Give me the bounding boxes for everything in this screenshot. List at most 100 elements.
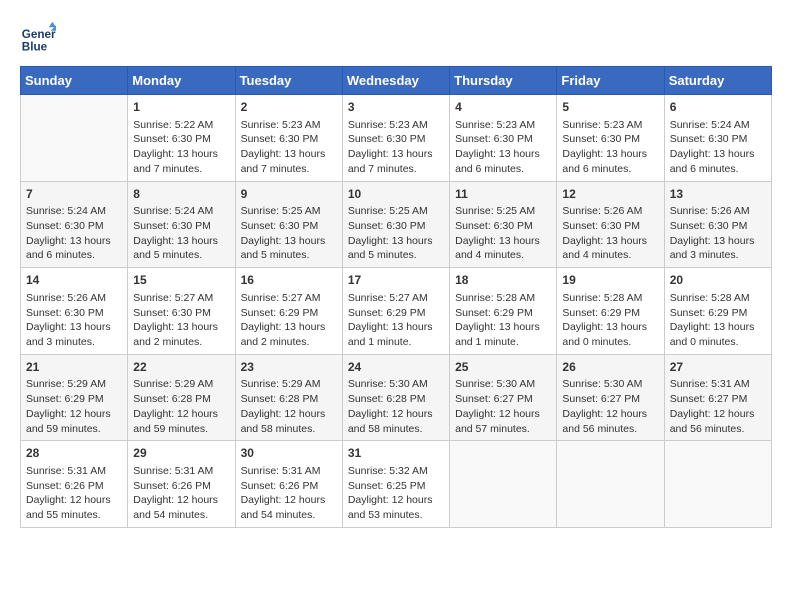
col-header-saturday: Saturday xyxy=(664,67,771,95)
day-number: 13 xyxy=(670,186,766,203)
cell-data-line: Sunrise: 5:22 AM xyxy=(133,118,229,133)
cell-data-line: Daylight: 12 hours xyxy=(133,407,229,422)
cell-data-line: Sunset: 6:29 PM xyxy=(348,306,444,321)
calendar-cell: 12Sunrise: 5:26 AMSunset: 6:30 PMDayligh… xyxy=(557,181,664,268)
cell-data-line: Sunset: 6:25 PM xyxy=(348,479,444,494)
calendar-week-5: 28Sunrise: 5:31 AMSunset: 6:26 PMDayligh… xyxy=(21,441,772,528)
svg-text:Blue: Blue xyxy=(22,41,48,54)
cell-data-line: Daylight: 12 hours xyxy=(26,407,122,422)
cell-data-line: and 2 minutes. xyxy=(133,335,229,350)
cell-data-line: and 56 minutes. xyxy=(670,422,766,437)
cell-data-line: Daylight: 12 hours xyxy=(348,493,444,508)
calendar-cell: 21Sunrise: 5:29 AMSunset: 6:29 PMDayligh… xyxy=(21,354,128,441)
calendar-cell xyxy=(450,441,557,528)
day-number: 8 xyxy=(133,186,229,203)
cell-data-line: Sunrise: 5:26 AM xyxy=(562,204,658,219)
cell-data-line: Daylight: 12 hours xyxy=(562,407,658,422)
cell-data-line: Sunset: 6:27 PM xyxy=(562,392,658,407)
cell-data-line: Daylight: 13 hours xyxy=(241,234,337,249)
calendar-cell: 2Sunrise: 5:23 AMSunset: 6:30 PMDaylight… xyxy=(235,95,342,182)
cell-data-line: Daylight: 12 hours xyxy=(241,493,337,508)
cell-data-line: and 1 minute. xyxy=(455,335,551,350)
cell-data-line: Sunset: 6:27 PM xyxy=(670,392,766,407)
cell-data-line: and 7 minutes. xyxy=(241,162,337,177)
day-number: 24 xyxy=(348,359,444,376)
cell-data-line: and 56 minutes. xyxy=(562,422,658,437)
cell-data-line: Sunset: 6:28 PM xyxy=(348,392,444,407)
cell-data-line: and 58 minutes. xyxy=(241,422,337,437)
day-number: 16 xyxy=(241,272,337,289)
calendar-cell: 27Sunrise: 5:31 AMSunset: 6:27 PMDayligh… xyxy=(664,354,771,441)
cell-data-line: Sunrise: 5:27 AM xyxy=(348,291,444,306)
cell-data-line: Sunset: 6:30 PM xyxy=(562,132,658,147)
calendar-cell: 8Sunrise: 5:24 AMSunset: 6:30 PMDaylight… xyxy=(128,181,235,268)
day-number: 17 xyxy=(348,272,444,289)
cell-data-line: Sunset: 6:29 PM xyxy=(26,392,122,407)
cell-data-line: Sunrise: 5:27 AM xyxy=(241,291,337,306)
calendar-cell: 5Sunrise: 5:23 AMSunset: 6:30 PMDaylight… xyxy=(557,95,664,182)
calendar-cell: 1Sunrise: 5:22 AMSunset: 6:30 PMDaylight… xyxy=(128,95,235,182)
cell-data-line: and 6 minutes. xyxy=(26,248,122,263)
day-number: 22 xyxy=(133,359,229,376)
day-number: 10 xyxy=(348,186,444,203)
cell-data-line: Sunrise: 5:29 AM xyxy=(241,377,337,392)
day-number: 29 xyxy=(133,445,229,462)
cell-data-line: Sunrise: 5:25 AM xyxy=(241,204,337,219)
calendar-cell: 24Sunrise: 5:30 AMSunset: 6:28 PMDayligh… xyxy=(342,354,449,441)
cell-data-line: Sunrise: 5:23 AM xyxy=(348,118,444,133)
cell-data-line: and 7 minutes. xyxy=(348,162,444,177)
day-number: 28 xyxy=(26,445,122,462)
cell-data-line: Sunrise: 5:26 AM xyxy=(26,291,122,306)
cell-data-line: Sunrise: 5:24 AM xyxy=(670,118,766,133)
cell-data-line: and 58 minutes. xyxy=(348,422,444,437)
cell-data-line: Daylight: 13 hours xyxy=(562,234,658,249)
calendar-cell: 22Sunrise: 5:29 AMSunset: 6:28 PMDayligh… xyxy=(128,354,235,441)
calendar-cell: 11Sunrise: 5:25 AMSunset: 6:30 PMDayligh… xyxy=(450,181,557,268)
col-header-monday: Monday xyxy=(128,67,235,95)
cell-data-line: and 6 minutes. xyxy=(562,162,658,177)
col-header-wednesday: Wednesday xyxy=(342,67,449,95)
calendar-body: 1Sunrise: 5:22 AMSunset: 6:30 PMDaylight… xyxy=(21,95,772,528)
day-number: 9 xyxy=(241,186,337,203)
cell-data-line: and 5 minutes. xyxy=(241,248,337,263)
cell-data-line: and 59 minutes. xyxy=(26,422,122,437)
cell-data-line: Sunset: 6:30 PM xyxy=(562,219,658,234)
cell-data-line: and 4 minutes. xyxy=(455,248,551,263)
cell-data-line: Daylight: 13 hours xyxy=(670,320,766,335)
cell-data-line: and 5 minutes. xyxy=(348,248,444,263)
cell-data-line: and 6 minutes. xyxy=(670,162,766,177)
cell-data-line: Sunrise: 5:31 AM xyxy=(133,464,229,479)
cell-data-line: and 3 minutes. xyxy=(670,248,766,263)
cell-data-line: Daylight: 13 hours xyxy=(670,147,766,162)
calendar-cell: 13Sunrise: 5:26 AMSunset: 6:30 PMDayligh… xyxy=(664,181,771,268)
cell-data-line: and 54 minutes. xyxy=(133,508,229,523)
cell-data-line: Sunset: 6:30 PM xyxy=(670,219,766,234)
day-number: 19 xyxy=(562,272,658,289)
calendar-cell: 25Sunrise: 5:30 AMSunset: 6:27 PMDayligh… xyxy=(450,354,557,441)
cell-data-line: Sunset: 6:30 PM xyxy=(670,132,766,147)
col-header-sunday: Sunday xyxy=(21,67,128,95)
day-number: 11 xyxy=(455,186,551,203)
cell-data-line: Sunrise: 5:28 AM xyxy=(562,291,658,306)
cell-data-line: Sunset: 6:30 PM xyxy=(26,306,122,321)
cell-data-line: and 3 minutes. xyxy=(26,335,122,350)
calendar-cell: 3Sunrise: 5:23 AMSunset: 6:30 PMDaylight… xyxy=(342,95,449,182)
day-number: 20 xyxy=(670,272,766,289)
cell-data-line: Daylight: 13 hours xyxy=(26,234,122,249)
day-number: 18 xyxy=(455,272,551,289)
cell-data-line: Sunset: 6:28 PM xyxy=(241,392,337,407)
svg-text:General: General xyxy=(22,28,56,41)
calendar-cell xyxy=(664,441,771,528)
calendar-cell: 17Sunrise: 5:27 AMSunset: 6:29 PMDayligh… xyxy=(342,268,449,355)
cell-data-line: Sunset: 6:30 PM xyxy=(348,219,444,234)
calendar-cell: 6Sunrise: 5:24 AMSunset: 6:30 PMDaylight… xyxy=(664,95,771,182)
cell-data-line: Sunrise: 5:23 AM xyxy=(562,118,658,133)
calendar-week-2: 7Sunrise: 5:24 AMSunset: 6:30 PMDaylight… xyxy=(21,181,772,268)
calendar-header-row: SundayMondayTuesdayWednesdayThursdayFrid… xyxy=(21,67,772,95)
calendar-cell: 18Sunrise: 5:28 AMSunset: 6:29 PMDayligh… xyxy=(450,268,557,355)
day-number: 7 xyxy=(26,186,122,203)
cell-data-line: Daylight: 13 hours xyxy=(133,147,229,162)
cell-data-line: Sunset: 6:27 PM xyxy=(455,392,551,407)
cell-data-line: Daylight: 13 hours xyxy=(133,320,229,335)
cell-data-line: Sunrise: 5:28 AM xyxy=(670,291,766,306)
